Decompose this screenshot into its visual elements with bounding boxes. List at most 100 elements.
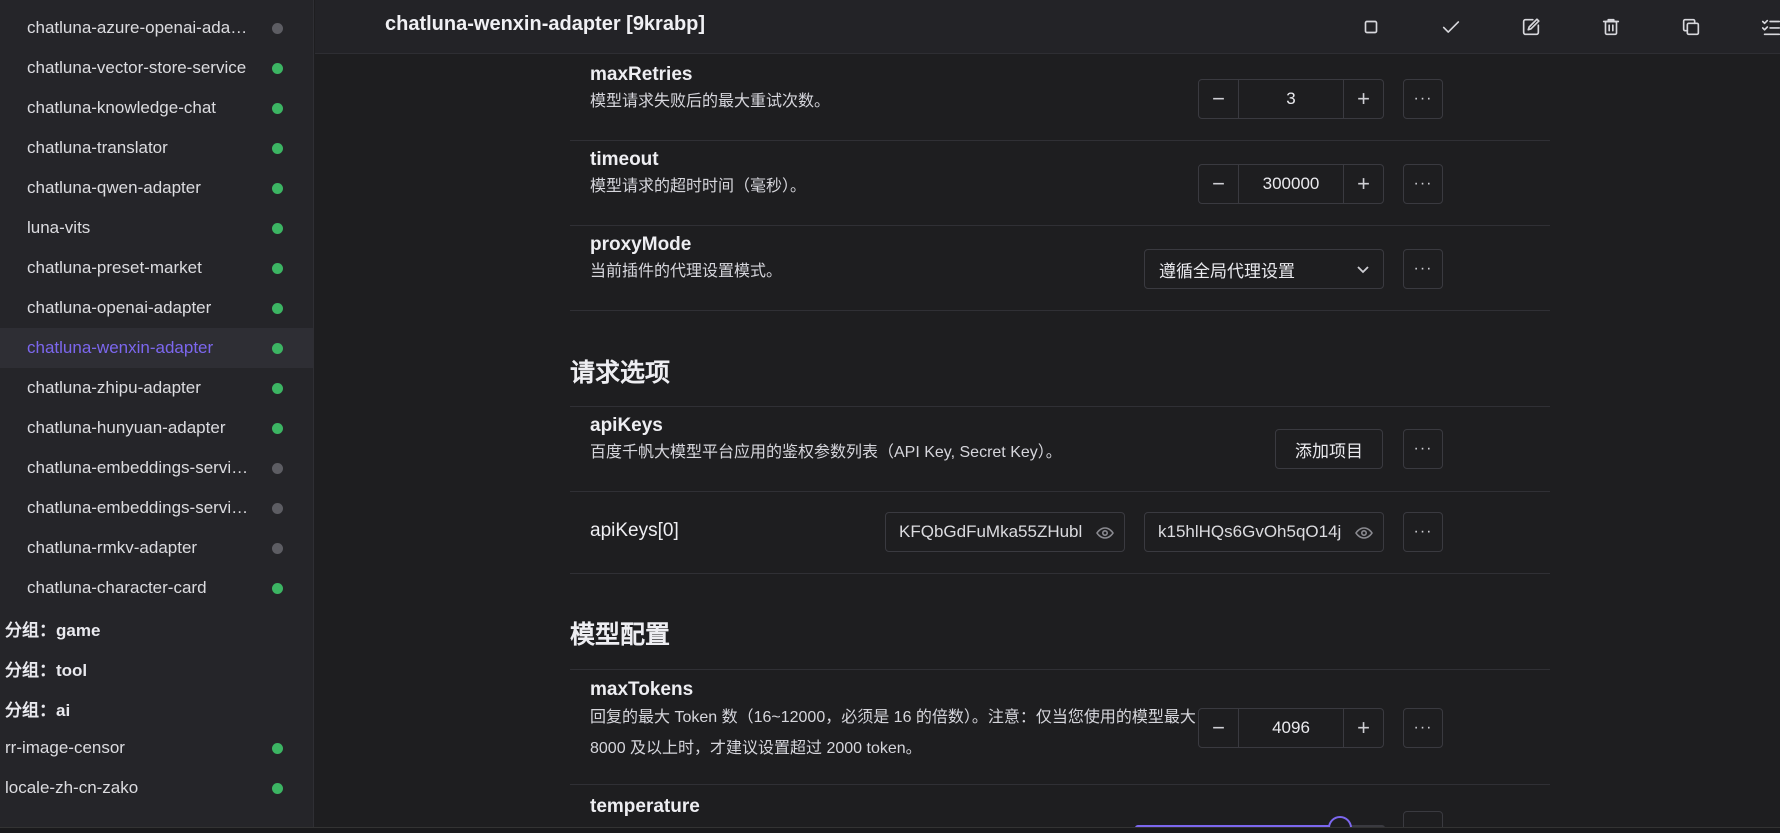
sidebar-item-chatluna-embeddings-service[interactable]: chatluna-embeddings-service <box>0 448 313 488</box>
maxtokens-stepper[interactable]: − 4096 + <box>1198 708 1384 748</box>
timeout-stepper[interactable]: − 300000 + <box>1198 164 1384 204</box>
more-options-button[interactable]: ··· <box>1403 512 1443 552</box>
page-header: chatluna-wenxin-adapter [9krabp] <box>315 0 1780 54</box>
status-dot <box>272 543 283 554</box>
check-icon[interactable] <box>1433 9 1469 45</box>
sidebar-item-chatluna-openai-adapter[interactable]: chatluna-openai-adapter <box>0 288 313 328</box>
trash-icon[interactable] <box>1593 9 1629 45</box>
slider-thumb[interactable] <box>1328 816 1352 827</box>
config-name: timeout <box>590 149 659 170</box>
sidebar-item-label: 分组：ai <box>5 700 71 720</box>
config-row-maxretries: maxRetries 模型请求失败后的最大重试次数。 − 3 + ··· <box>570 55 1550 141</box>
sidebar-item-label: chatluna-azure-openai-adapter <box>27 18 249 37</box>
page-title: chatluna-wenxin-adapter [9krabp] <box>385 13 706 35</box>
status-dot <box>272 423 283 434</box>
increment-button[interactable]: + <box>1343 709 1383 747</box>
chevron-down-icon <box>1355 261 1371 282</box>
status-dot <box>272 383 283 394</box>
status-dot <box>272 63 283 74</box>
sidebar-group[interactable]: 分组：ai <box>0 688 313 728</box>
sidebar-item-locale-zh-cn-zako[interactable]: locale-zh-cn-zako <box>0 768 313 808</box>
sidebar-item-chatluna-azure-openai-adapter[interactable]: chatluna-azure-openai-adapter <box>0 8 313 48</box>
config-name: maxTokens <box>590 679 694 700</box>
status-dot <box>272 343 283 354</box>
maxretries-stepper[interactable]: − 3 + <box>1198 79 1384 119</box>
sidebar-group[interactable]: 分组：tool <box>0 648 313 688</box>
sidebar-item-label: chatluna-hunyuan-adapter <box>27 418 226 437</box>
decrement-button[interactable]: − <box>1199 80 1239 118</box>
sidebar-item-label: chatluna-openai-adapter <box>27 298 212 317</box>
api-key-value: KFQbGdFuMka55ZHubl <box>899 522 1083 541</box>
config-row-temperature: temperature ··· <box>570 785 1550 827</box>
timeout-value[interactable]: 300000 <box>1239 165 1343 203</box>
sidebar-item-chatluna-vector-store-service[interactable]: chatluna-vector-store-service <box>0 48 313 88</box>
sidebar-group[interactable]: 分组：game <box>0 608 313 648</box>
sidebar-item-chatluna-knowledge-chat[interactable]: chatluna-knowledge-chat <box>0 88 313 128</box>
stop-icon[interactable] <box>1353 9 1389 45</box>
status-dot <box>272 303 283 314</box>
more-options-button[interactable]: ··· <box>1403 811 1443 827</box>
config-name: apiKeys <box>590 415 663 436</box>
sidebar-item-label: rr-image-censor <box>5 738 125 757</box>
eye-icon[interactable] <box>1096 525 1114 546</box>
sidebar-item-label: chatluna-rmkv-adapter <box>27 538 198 557</box>
maxretries-value[interactable]: 3 <box>1239 80 1343 118</box>
checklist-icon[interactable] <box>1753 9 1780 45</box>
config-row-maxtokens: maxTokens 回复的最大 Token 数（16~12000，必须是 16 … <box>570 669 1550 785</box>
sidebar-item-label: chatluna-embeddings-service <box>27 498 249 517</box>
sidebar-item-chatluna-preset-market[interactable]: chatluna-preset-market <box>0 248 313 288</box>
app-window: chatluna-azure-openai-adapter chatluna-ve… <box>0 0 1780 833</box>
sidebar-item-rr-image-censor[interactable]: rr-image-censor <box>0 728 313 768</box>
config-row-proxymode: proxyMode 当前插件的代理设置模式。 遵循全局代理设置 ··· <box>570 226 1550 311</box>
sidebar-item-chatluna-character-card[interactable]: chatluna-character-card <box>0 568 313 608</box>
config-description: 回复的最大 Token 数（16~12000，必须是 16 的倍数）。注意：仅当… <box>590 709 1264 757</box>
config-name: apiKeys[0] <box>590 520 679 541</box>
sidebar-item-label: chatluna-wenxin-adapter <box>27 338 214 357</box>
config-description: 模型请求失败后的最大重试次数。 <box>590 93 831 110</box>
sidebar-item-chatluna-qwen-adapter[interactable]: chatluna-qwen-adapter <box>0 168 313 208</box>
sidebar-item-label: chatluna-preset-market <box>27 258 202 277</box>
edit-icon[interactable] <box>1513 9 1549 45</box>
config-name: temperature <box>590 796 700 817</box>
api-key-input[interactable]: KFQbGdFuMka55ZHubl <box>885 512 1125 552</box>
sidebar-item-label: chatluna-knowledge-chat <box>27 98 217 117</box>
add-item-button[interactable]: 添加项目 <box>1275 429 1383 469</box>
sidebar-item-label: 分组：tool <box>5 660 88 680</box>
sidebar-item-label: chatluna-embeddings-service <box>27 458 249 477</box>
decrement-button[interactable]: − <box>1199 165 1239 203</box>
more-options-button[interactable]: ··· <box>1403 164 1443 204</box>
sidebar-item-chatluna-embeddings-service[interactable]: chatluna-embeddings-service <box>0 488 313 528</box>
config-name: proxyMode <box>590 234 692 255</box>
copy-icon[interactable] <box>1673 9 1709 45</box>
sidebar-item-label: chatluna-vector-store-service <box>27 58 247 77</box>
sidebar-item-label: locale-zh-cn-zako <box>5 778 139 797</box>
sidebar-item-chatluna-translator[interactable]: chatluna-translator <box>0 128 313 168</box>
sidebar-item-chatluna-wenxin-adapter[interactable]: chatluna-wenxin-adapter <box>0 328 313 368</box>
secret-key-input[interactable]: k15hlHQs6GvOh5qO14j <box>1144 512 1384 552</box>
more-options-button[interactable]: ··· <box>1403 429 1443 469</box>
sidebar-item-luna-vits[interactable]: luna-vits <box>0 208 313 248</box>
increment-button[interactable]: + <box>1343 80 1383 118</box>
more-options-button[interactable]: ··· <box>1403 708 1443 748</box>
section-title-model: 模型配置 <box>570 621 671 649</box>
increment-button[interactable]: + <box>1343 165 1383 203</box>
bottom-bar <box>0 827 1780 833</box>
config-panel: maxRetries 模型请求失败后的最大重试次数。 − 3 + ··· tim… <box>315 55 1780 827</box>
more-options-button[interactable]: ··· <box>1403 249 1443 289</box>
status-dot <box>272 143 283 154</box>
sidebar-item-label: chatluna-character-card <box>27 578 207 597</box>
status-dot <box>272 463 283 474</box>
decrement-button[interactable]: − <box>1199 709 1239 747</box>
config-row-timeout: timeout 模型请求的超时时间（毫秒）。 − 300000 + ··· <box>570 141 1550 226</box>
proxymode-select[interactable]: 遵循全局代理设置 <box>1144 249 1384 289</box>
sidebar-item-chatluna-hunyuan-adapter[interactable]: chatluna-hunyuan-adapter <box>0 408 313 448</box>
sidebar-item-chatluna-rmkv-adapter[interactable]: chatluna-rmkv-adapter <box>0 528 313 568</box>
config-row-apikeys: apiKeys 百度千帆大模型平台应用的鉴权参数列表（API Key, Secr… <box>570 406 1550 492</box>
status-dot <box>272 743 283 754</box>
status-dot <box>272 23 283 34</box>
eye-icon[interactable] <box>1355 525 1373 546</box>
maxtokens-value[interactable]: 4096 <box>1239 709 1343 747</box>
more-options-button[interactable]: ··· <box>1403 79 1443 119</box>
status-dot <box>272 263 283 274</box>
sidebar-item-chatluna-zhipu-adapter[interactable]: chatluna-zhipu-adapter <box>0 368 313 408</box>
